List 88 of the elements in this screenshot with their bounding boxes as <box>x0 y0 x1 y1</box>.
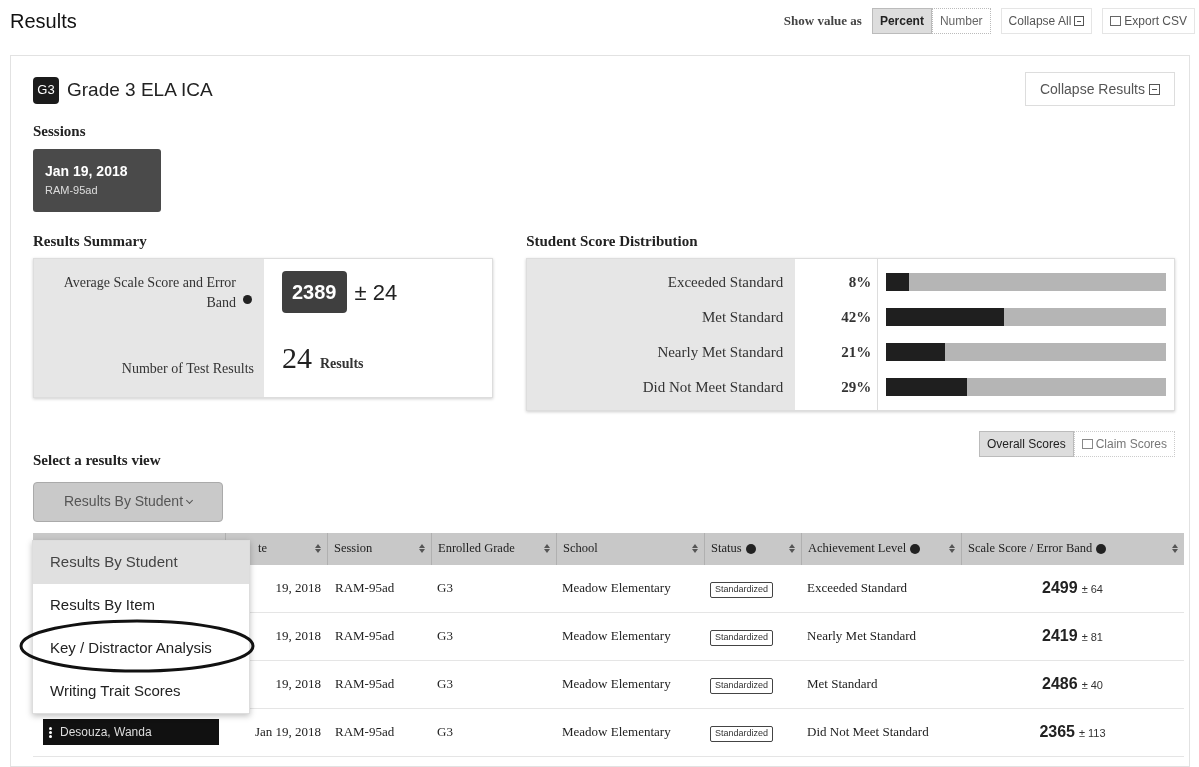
table-cell-text: Exceeded Standard <box>806 579 908 598</box>
column-header[interactable]: School <box>556 532 704 565</box>
error-band-text: ± 40 <box>1081 678 1103 693</box>
level-percent: 21% <box>840 343 872 362</box>
show-value-label: Show value as <box>783 12 862 31</box>
collapse-results-button[interactable]: Collapse Results <box>1024 72 1175 106</box>
sort-icon <box>315 544 321 553</box>
info-icon <box>1096 543 1107 554</box>
level-label: Met Standard <box>700 308 784 327</box>
table-cell-text: G3 <box>436 675 454 694</box>
level-percent: 8% <box>847 273 872 292</box>
section-heading: Student Score Distribution <box>526 231 699 251</box>
menu-item[interactable]: Results By Student <box>33 541 249 584</box>
sort-icon <box>789 544 795 553</box>
error-band-text: ± 113 <box>1078 726 1106 741</box>
table-cell-text: RAM-95ad <box>334 579 396 598</box>
level-label: Nearly Met Standard <box>656 343 784 362</box>
number-toggle[interactable]: Number <box>931 8 991 34</box>
results-count: 24 <box>282 340 312 376</box>
table-cell-text: Did Not Meet Standard <box>806 723 930 742</box>
level-label: Did Not Meet Standard <box>641 378 784 397</box>
sort-icon <box>692 544 698 553</box>
table-cell-text: G3 <box>436 579 454 598</box>
error-band-text: ± 24 <box>354 278 398 307</box>
error-band-text: ± 64 <box>1081 582 1103 597</box>
page-title: Results <box>10 9 77 34</box>
export-csv-button[interactable]: Export CSV <box>1102 8 1195 34</box>
column-header[interactable]: Enrolled Grade <box>431 532 556 565</box>
scale-score: 2365 <box>1039 722 1075 742</box>
results-unit: Results <box>320 355 364 373</box>
assessment-title: Grade 3 ELA ICA <box>67 77 213 102</box>
scale-score: 2499 <box>1042 578 1078 598</box>
status-tag: Standardized <box>710 726 774 742</box>
status-tag: Standardized <box>710 630 774 646</box>
test-results-label: Number of Test Results <box>121 360 254 378</box>
results-view-dropdown[interactable]: Results By Student <box>33 481 223 522</box>
average-score-label: Average Scale Score and Error Band <box>62 274 236 312</box>
table-cell-text: Nearly Met Standard <box>806 627 918 646</box>
student-button[interactable]: Desouza, Wanda <box>43 719 219 745</box>
section-heading: Results Summary <box>33 231 148 251</box>
section-heading: Select a results view <box>33 451 162 470</box>
score-view-tab[interactable]: Overall Scores <box>978 431 1074 457</box>
error-band-text: ± 81 <box>1081 630 1103 645</box>
table-cell-text: Jan 19, 2018 <box>253 723 322 742</box>
table-cell-text: G3 <box>436 723 454 742</box>
table-cell-text: Meadow Elementary <box>561 723 672 742</box>
info-icon <box>243 295 252 304</box>
info-icon <box>745 543 756 554</box>
level-label: Exceeded Standard <box>666 273 784 292</box>
scale-score: 2486 <box>1042 674 1078 694</box>
scale-score: 2419 <box>1042 626 1078 646</box>
menu-item[interactable]: Writing Trait Scores <box>33 670 249 713</box>
section-heading: Sessions <box>33 122 87 141</box>
column-header[interactable]: Achievement Level <box>801 532 961 565</box>
table-cell-text: Meadow Elementary <box>561 579 672 598</box>
table-cell-text: RAM-95ad <box>334 675 396 694</box>
info-icon <box>910 543 921 554</box>
column-header[interactable]: Status <box>704 532 801 565</box>
sort-icon <box>419 544 425 553</box>
session-button[interactable]: Jan 19, 2018 RAM-95ad <box>33 148 161 212</box>
table-cell-text: RAM-95ad <box>334 723 396 742</box>
collapse-icon <box>1074 16 1085 26</box>
table-cell-text: G3 <box>436 627 454 646</box>
collapse-all-button[interactable]: Collapse All <box>1000 8 1093 34</box>
menu-item[interactable]: Key / Distractor Analysis <box>33 627 249 670</box>
status-tag: Standardized <box>710 678 774 694</box>
sort-icon <box>1172 544 1178 553</box>
table-cell-text: 19, 2018 <box>274 675 322 694</box>
percent-toggle[interactable]: Percent <box>871 8 932 34</box>
score-view-tab[interactable]: Claim Scores <box>1073 431 1175 457</box>
column-header[interactable]: Session <box>327 532 431 565</box>
table-cell-text: 19, 2018 <box>274 627 322 646</box>
column-header[interactable]: Scale Score / Error Band <box>961 532 1184 565</box>
table-cell-text: Met Standard <box>806 675 879 694</box>
table-cell-text: 19, 2018 <box>274 579 322 598</box>
table-cell-text: Meadow Elementary <box>561 675 672 694</box>
sort-icon <box>949 544 955 553</box>
grade-badge: G3 <box>33 76 59 104</box>
menu-item[interactable]: Results By Item <box>33 584 249 627</box>
table-cell-text: Meadow Elementary <box>561 627 672 646</box>
kebab-icon <box>49 726 52 738</box>
sort-icon <box>544 544 550 553</box>
collapse-icon <box>1149 83 1160 95</box>
average-score-badge: 2389 <box>282 271 347 313</box>
level-percent: 29% <box>840 378 872 397</box>
level-percent: 42% <box>840 308 872 327</box>
status-tag: Standardized <box>710 582 774 598</box>
table-cell-text: RAM-95ad <box>334 627 396 646</box>
